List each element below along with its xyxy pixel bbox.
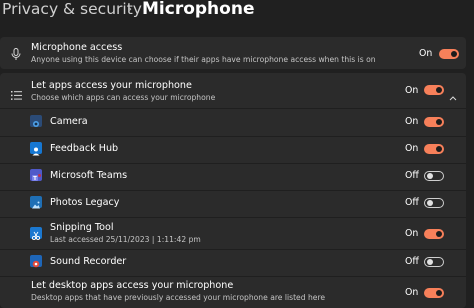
sound-recorder-app-icon [30, 255, 42, 268]
app-name: Snipping Tool [50, 222, 114, 233]
let-apps-access-title: Let apps access your microphone [31, 80, 192, 91]
microphone-access-state: On [419, 48, 433, 59]
app-row-sound-recorder: Sound Recorder Off [0, 250, 466, 276]
app-name: Camera [50, 116, 88, 127]
microsoft-teams-app-icon: T [30, 169, 42, 182]
microphone-access-subtitle: Anyone using this device can choose if t… [31, 55, 376, 64]
app-name: Feedback Hub [50, 143, 119, 154]
app-row-snipping-tool: Snipping Tool Last accessed 25/11/2023 |… [0, 218, 466, 249]
microphone-access-card: Microphone access Anyone using this devi… [0, 37, 466, 69]
toggle-knob [427, 200, 433, 206]
microphone-access-title: Microphone access [31, 42, 123, 53]
toggle-knob [436, 146, 442, 152]
app-state: Off [405, 256, 419, 267]
app-row-microsoft-teams: T Microsoft Teams Off [0, 164, 466, 190]
let-apps-access-toggle[interactable] [424, 85, 444, 95]
sound-recorder-toggle[interactable] [424, 257, 444, 267]
microsoft-teams-toggle[interactable] [424, 171, 444, 181]
desktop-apps-state: On [405, 287, 419, 298]
let-apps-access-subtitle: Choose which apps can access your microp… [31, 93, 216, 102]
feedback-hub-app-icon [30, 142, 42, 156]
microphone-icon [11, 46, 21, 65]
photos-legacy-toggle[interactable] [424, 198, 444, 208]
chevron-up-icon[interactable] [449, 86, 457, 105]
toggle-knob [436, 231, 442, 237]
photos-legacy-app-icon [30, 196, 42, 209]
desktop-apps-title: Let desktop apps access your microphone [31, 280, 234, 291]
app-name: Microsoft Teams [50, 170, 128, 181]
app-last-accessed: Last accessed 25/11/2023 | 1:11:42 pm [50, 235, 201, 244]
camera-toggle[interactable] [424, 117, 444, 127]
list-icon [11, 85, 22, 104]
desktop-apps-row: Let desktop apps access your microphone … [0, 277, 466, 308]
camera-app-icon [30, 115, 42, 127]
app-row-camera: Camera On [0, 110, 466, 136]
toggle-knob [436, 87, 442, 93]
breadcrumb-chevron-icon: › [127, 2, 133, 17]
toggle-knob [427, 173, 433, 179]
snipping-tool-toggle[interactable] [424, 229, 444, 239]
desktop-apps-subtitle: Desktop apps that have previously access… [31, 293, 326, 302]
toggle-knob [436, 290, 442, 296]
app-state: Off [405, 197, 419, 208]
desktop-apps-toggle[interactable] [424, 288, 444, 298]
divider [0, 108, 466, 109]
toggle-knob [436, 119, 442, 125]
app-state: On [405, 143, 419, 154]
app-name: Sound Recorder [50, 256, 127, 267]
app-state: On [405, 228, 419, 239]
let-apps-access-header[interactable]: Let apps access your microphone Choose w… [0, 73, 466, 105]
toggle-knob [451, 51, 457, 57]
page-title: Microphone [142, 0, 255, 19]
app-state: Off [405, 170, 419, 181]
breadcrumb: Privacy & security › Microphone [0, 0, 474, 36]
feedback-hub-toggle[interactable] [424, 144, 444, 154]
breadcrumb-parent-link[interactable]: Privacy & security [2, 0, 142, 18]
let-apps-access-card: Let apps access your microphone Choose w… [0, 73, 466, 308]
app-row-photos-legacy: Photos Legacy Off [0, 191, 466, 217]
app-row-feedback-hub: Feedback Hub On [0, 137, 466, 163]
toggle-knob [427, 259, 433, 265]
let-apps-access-state: On [405, 85, 419, 96]
snipping-tool-app-icon [30, 227, 42, 241]
app-name: Photos Legacy [50, 197, 120, 208]
microphone-access-toggle[interactable] [439, 49, 459, 59]
app-state: On [405, 116, 419, 127]
svg-text:T: T [33, 176, 37, 182]
